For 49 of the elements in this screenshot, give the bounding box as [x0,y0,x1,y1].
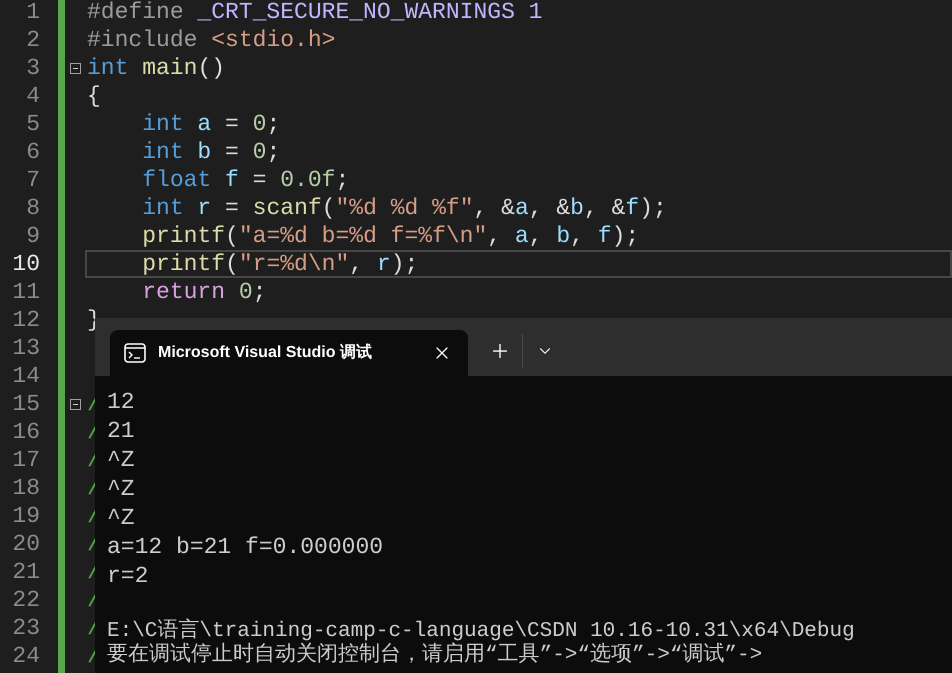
line-number: 6 [26,138,40,166]
code-line: #include <stdio.h> [87,26,336,54]
line-number: 14 [12,362,40,390]
line-number: 11 [12,278,40,306]
line-number: 20 [12,530,40,558]
console-output: ^Z [107,446,135,475]
line-number: 23 [12,614,40,642]
collapse-icon[interactable] [70,398,80,410]
line-number: 19 [12,502,40,530]
line-number: 18 [12,474,40,502]
line-number: 17 [12,446,40,474]
code-line: printf("a=%d b=%d f=%f\n", a, b, f); [141,222,640,250]
console-message: E:\C语言\training-camp-c-language\CSDN 10.16-10.31\x64\Debug [107,620,855,643]
console-output: a=12 b=21 f=0.000000 [107,533,384,562]
line-number: 15 [12,390,40,418]
line-number: 21 [12,558,40,586]
code-line: #define _CRT_SECURE_NO_WARNINGS 1 [87,0,542,26]
code-line: int main() [87,54,226,82]
terminal-icon [124,343,146,363]
code-line: int a = 0; [141,110,280,138]
line-number: 1 [26,0,40,26]
code-line: { [87,82,101,110]
code-line: int r = scanf("%d %d %f", &a, &b, &f); [141,194,667,222]
line-number: 22 [12,586,40,614]
line-number: 13 [12,334,40,362]
tab-title: Microsoft Visual Studio 调试 [158,342,372,363]
code-line: printf("r=%d\n", r); [141,250,418,278]
line-number: 24 [12,642,40,670]
line-number: 4 [26,82,40,110]
code-line: float f = 0.0f; [141,166,350,194]
line-number: 8 [26,194,40,222]
line-number: 5 [26,110,40,138]
collapse-icon[interactable] [70,62,80,74]
code-line: return 0; [141,278,266,306]
console-output: ^Z [107,504,135,533]
console-output: r=2 [107,562,148,591]
line-number: 16 [12,418,40,446]
line-number: 7 [26,166,40,194]
console-output: 12 [107,388,135,417]
console-tab[interactable]: Microsoft Visual Studio 调试 [110,330,468,376]
console-message: 要在调试停止时自动关闭控制台，请启用“工具”->“选项”->“调试”-> [107,644,762,668]
console-output: ^Z [107,475,135,504]
line-number: 3 [26,54,40,82]
console-output: 21 [107,417,135,446]
line-number: 10 [12,250,40,278]
line-number: 9 [26,222,40,250]
code-line: int b = 0; [141,138,280,166]
line-number: 2 [26,26,40,54]
line-number: 12 [12,306,40,334]
